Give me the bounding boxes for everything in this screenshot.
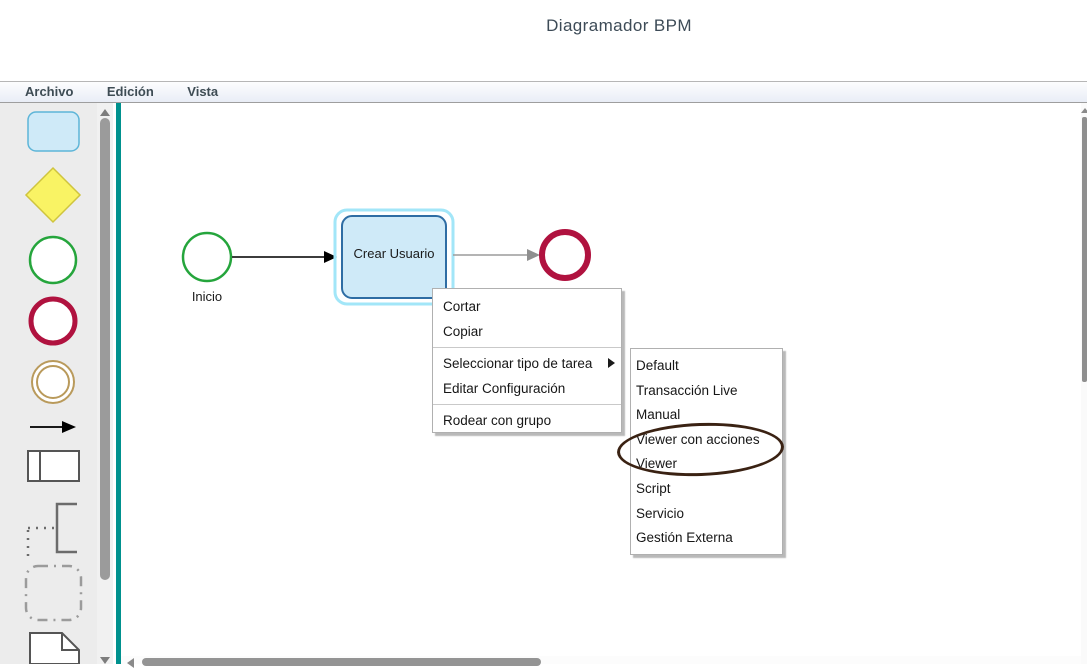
menu-separator [433, 347, 621, 348]
task-tool[interactable] [27, 111, 80, 152]
submenu-item-manual[interactable]: Manual [631, 403, 782, 428]
start-event-icon[interactable] [28, 235, 78, 285]
submenu-item-viewer[interactable]: Viewer [631, 452, 782, 477]
submenu-arrow-icon [608, 358, 615, 368]
title-bar: Diagramador BPM [0, 0, 1087, 81]
context-menu-item-rodear-con-grupo[interactable]: Rodear con grupo [433, 408, 621, 433]
sequence-flow-1[interactable] [232, 251, 337, 263]
submenu-item-default[interactable]: Default [631, 354, 782, 379]
palette-scrollbar[interactable] [97, 103, 113, 664]
gateway-diamond-icon[interactable] [24, 166, 82, 224]
context-menu-item-seleccionar-tipo[interactable]: Seleccionar tipo de tarea [433, 351, 621, 376]
group-tool[interactable] [24, 564, 83, 622]
menu-edicion[interactable]: Edición [107, 82, 154, 102]
submenu-item-gestion-externa[interactable]: Gestión Externa [631, 526, 782, 551]
data-object-tool[interactable] [29, 632, 80, 664]
menu-separator [433, 404, 621, 405]
submenu-item-servicio[interactable]: Servicio [631, 502, 782, 527]
task-type-submenu: Default Transacción Live Manual Viewer c… [630, 348, 783, 555]
start-event-label: Inicio [192, 289, 222, 304]
start-event-circle[interactable] [181, 231, 233, 283]
app-title: Diagramador BPM [546, 16, 692, 35]
lane-rect-icon[interactable] [27, 450, 80, 482]
submenu-item-script[interactable]: Script [631, 477, 782, 502]
context-menu-item-copiar[interactable]: Copiar [433, 319, 621, 344]
sequence-flow-tool[interactable] [30, 421, 76, 433]
start-event-tool[interactable] [28, 235, 78, 285]
intermediate-event-inner-ring [36, 365, 70, 399]
scroll-up-icon[interactable] [100, 109, 110, 116]
submenu-item-transaccion-live[interactable]: Transacción Live [631, 379, 782, 404]
end-event-icon[interactable] [28, 296, 78, 346]
menu-bar: Archivo Edición Vista [0, 81, 1087, 103]
context-menu-item-editar-configuracion[interactable]: Editar Configuración [433, 376, 621, 401]
context-menu-item-cortar[interactable]: Cortar [433, 294, 621, 319]
canvas-vertical-scrollbar[interactable] [1081, 103, 1087, 664]
flow2-arrowhead-icon [527, 249, 540, 261]
vertical-scrollbar-thumb[interactable] [1082, 117, 1087, 382]
lane-tool[interactable] [27, 450, 80, 482]
task-shape-icon[interactable] [27, 111, 80, 152]
menu-archivo[interactable]: Archivo [25, 82, 73, 102]
intermediate-event-tool[interactable] [31, 360, 75, 404]
gateway-tool[interactable] [24, 166, 82, 224]
horizontal-scrollbar-thumb[interactable] [142, 658, 541, 666]
canvas-horizontal-scrollbar[interactable] [121, 656, 1081, 668]
context-menu: Cortar Copiar Seleccionar tipo de tarea … [432, 288, 622, 433]
sequence-flow-arrowhead-icon [62, 421, 76, 433]
end-event-tool[interactable] [28, 296, 78, 346]
scroll-up-icon[interactable] [1081, 108, 1087, 113]
end-event-node[interactable] [539, 229, 591, 281]
group-dashed-rect-icon[interactable] [24, 564, 83, 622]
context-menu-item-label: Seleccionar tipo de tarea [443, 356, 593, 371]
task-label: Crear Usuario [354, 246, 435, 261]
menu-vista[interactable]: Vista [187, 82, 218, 102]
shape-palette [0, 103, 97, 664]
data-object-page-icon[interactable] [29, 632, 80, 664]
start-event-node[interactable]: Inicio [181, 231, 233, 304]
end-event-circle[interactable] [539, 229, 591, 281]
scroll-left-icon[interactable] [127, 658, 134, 668]
submenu-item-viewer-con-acciones[interactable]: Viewer con acciones [631, 428, 782, 453]
scroll-down-icon[interactable] [100, 657, 110, 664]
link-tool[interactable] [26, 502, 77, 558]
sequence-flow-2[interactable] [453, 249, 540, 261]
palette-scrollbar-thumb[interactable] [100, 118, 110, 580]
link-bracket-icon[interactable] [55, 502, 77, 554]
